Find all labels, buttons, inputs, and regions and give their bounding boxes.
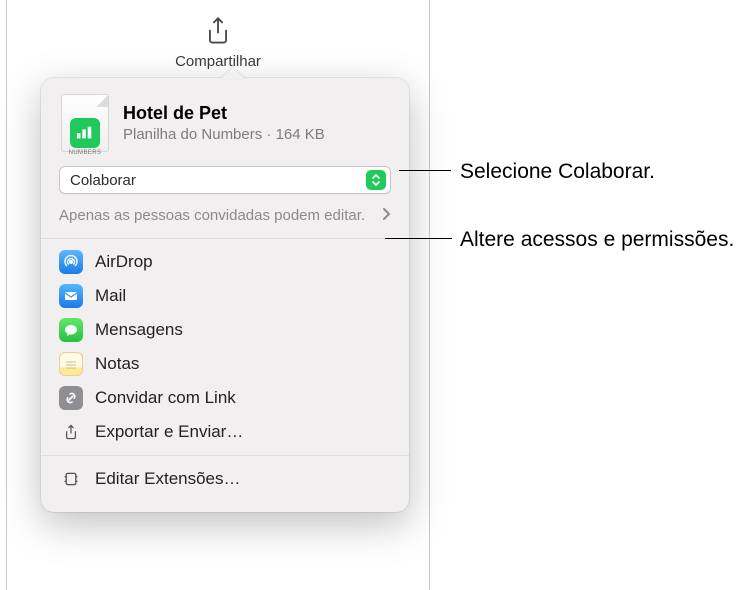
share-option-label: Mensagens xyxy=(95,320,183,340)
chevron-right-icon xyxy=(382,207,391,226)
share-option-label: Exportar e Enviar… xyxy=(95,422,243,442)
chevron-up-down-icon xyxy=(366,170,386,190)
document-subtitle: Planilha do Numbers · 164 KB xyxy=(123,126,325,143)
popover-header: NUMBERS Hotel de Pet Planilha do Numbers… xyxy=(41,90,409,166)
extensions-icon xyxy=(59,467,83,491)
export-icon xyxy=(59,420,83,444)
share-options-list: AirDrop Mail Mensagens Notas xyxy=(41,239,409,455)
edit-extensions-row[interactable]: Editar Extensões… xyxy=(41,462,409,496)
callout-line xyxy=(399,170,451,171)
permission-description: Apenas as pessoas convidadas podem edita… xyxy=(59,206,365,226)
toolbar: Compartilhar xyxy=(7,0,429,76)
share-label: Compartilhar xyxy=(175,53,261,70)
document-title: Hotel de Pet xyxy=(123,103,325,124)
share-option-invite-link[interactable]: Convidar com Link xyxy=(41,381,409,415)
window-frame: Compartilhar NUMBERS Hotel de Pet Planil… xyxy=(6,0,430,590)
share-option-export-send[interactable]: Exportar e Enviar… xyxy=(41,415,409,449)
extensions-section: Editar Extensões… xyxy=(41,456,409,502)
share-option-notes[interactable]: Notas xyxy=(41,347,409,381)
share-option-label: Mail xyxy=(95,286,126,306)
mail-icon xyxy=(59,284,83,308)
share-option-label: AirDrop xyxy=(95,252,153,272)
callout-permissions: Altere acessos e permissões. xyxy=(460,226,734,254)
callout-line xyxy=(385,238,452,239)
annotation-callouts: Selecione Colaborar. Altere acessos e pe… xyxy=(410,0,745,590)
collaborate-mode-label: Colaborar xyxy=(70,172,136,189)
share-option-airdrop[interactable]: AirDrop xyxy=(41,245,409,279)
notes-icon xyxy=(59,352,83,376)
numbers-app-icon xyxy=(70,118,100,148)
callout-collaborate: Selecione Colaborar. xyxy=(460,158,655,186)
permission-settings-row[interactable]: Apenas as pessoas convidadas podem edita… xyxy=(41,200,409,238)
share-popover: NUMBERS Hotel de Pet Planilha do Numbers… xyxy=(41,78,409,512)
share-option-label: Convidar com Link xyxy=(95,388,236,408)
share-option-messages[interactable]: Mensagens xyxy=(41,313,409,347)
airdrop-icon xyxy=(59,250,83,274)
document-info: Hotel de Pet Planilha do Numbers · 164 K… xyxy=(123,103,325,143)
share-option-label: Notas xyxy=(95,354,139,374)
share-icon xyxy=(204,16,232,51)
link-icon xyxy=(59,386,83,410)
document-icon: NUMBERS xyxy=(61,94,109,152)
document-app-label: NUMBERS xyxy=(69,150,102,156)
edit-extensions-label: Editar Extensões… xyxy=(95,469,241,489)
collaborate-mode-select[interactable]: Colaborar xyxy=(59,166,391,194)
share-button[interactable]: Compartilhar xyxy=(175,16,261,70)
messages-icon xyxy=(59,318,83,342)
share-option-mail[interactable]: Mail xyxy=(41,279,409,313)
